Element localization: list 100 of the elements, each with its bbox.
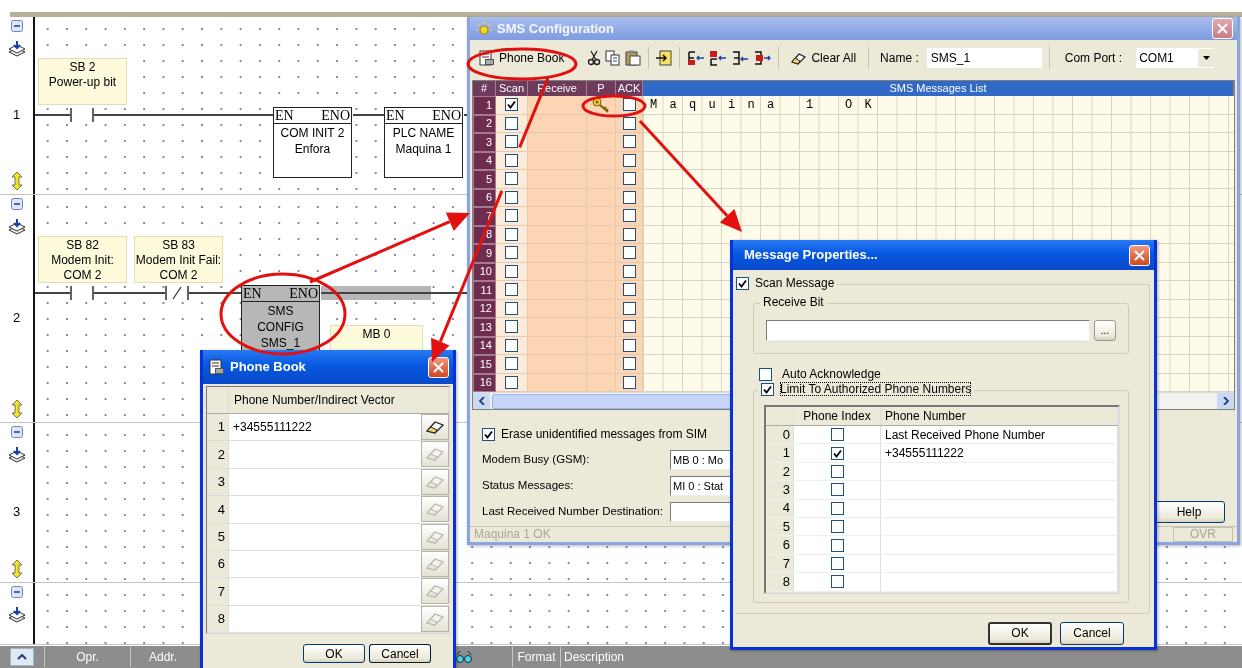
stack-icon[interactable] <box>7 447 26 463</box>
collapse-icon[interactable] <box>10 20 23 32</box>
browse-button[interactable]: ... <box>1094 320 1116 341</box>
message-cell[interactable]: Maquina 1 OK <box>643 96 1234 115</box>
cut-icon[interactable] <box>587 50 602 66</box>
import-icon[interactable] <box>656 50 673 66</box>
open-contact-symbol[interactable] <box>70 108 94 122</box>
scroll-up-button[interactable] <box>10 648 34 666</box>
resize-arrow-icon[interactable] <box>10 172 23 190</box>
checkbox[interactable] <box>622 172 636 186</box>
checkbox[interactable] <box>505 153 518 167</box>
table-cell[interactable]: +34555111222 <box>229 414 421 441</box>
checkbox[interactable] <box>505 135 518 149</box>
row-number[interactable]: 1 <box>473 96 496 115</box>
table-cell[interactable] <box>528 207 587 226</box>
cancel-button[interactable]: Cancel <box>369 644 431 664</box>
column-header[interactable]: Phone Index <box>794 407 881 425</box>
table-cell[interactable] <box>528 170 587 189</box>
checkbox[interactable] <box>830 520 844 534</box>
collapse-icon[interactable] <box>10 198 23 210</box>
closed-contact-symbol[interactable] <box>165 286 189 300</box>
stack-icon[interactable] <box>7 607 26 623</box>
row-edit-icon[interactable] <box>731 50 750 66</box>
table-cell[interactable] <box>528 133 587 152</box>
checkbox[interactable] <box>759 367 772 381</box>
ok-button[interactable]: OK <box>303 644 365 664</box>
com-port-dropdown[interactable]: COM1 <box>1136 48 1215 68</box>
checkbox[interactable] <box>505 227 518 241</box>
checkbox[interactable] <box>830 483 844 497</box>
close-button[interactable] <box>1129 244 1150 266</box>
checkbox[interactable] <box>622 209 636 223</box>
checkbox[interactable] <box>505 338 518 352</box>
column-header[interactable]: # <box>473 81 496 96</box>
glasses-icon[interactable] <box>456 649 472 665</box>
checkbox[interactable] <box>505 172 518 186</box>
checkbox[interactable] <box>505 320 518 334</box>
column-header[interactable]: SMS Messages List <box>643 81 1234 96</box>
checkbox[interactable] <box>622 246 636 260</box>
checkbox[interactable] <box>622 338 636 352</box>
checkbox[interactable] <box>505 246 518 260</box>
checkbox[interactable] <box>622 227 636 241</box>
checkbox[interactable] <box>830 538 844 552</box>
row-number[interactable]: 15 <box>473 355 496 374</box>
checkbox[interactable] <box>622 264 636 278</box>
row-number[interactable]: 5 <box>473 170 496 189</box>
function-block[interactable]: EN ENO PLC NAME Maquina 1 <box>384 107 463 178</box>
input-field[interactable] <box>766 320 1090 341</box>
checkbox[interactable] <box>505 375 518 389</box>
checkbox[interactable] <box>761 382 774 396</box>
table-cell[interactable] <box>528 355 587 374</box>
erase-button[interactable] <box>421 414 449 440</box>
name-field[interactable]: SMS_1 <box>926 48 1042 68</box>
cancel-button[interactable]: Cancel <box>1060 621 1124 645</box>
checkbox[interactable] <box>622 375 636 389</box>
checkbox[interactable] <box>830 575 844 589</box>
column-header[interactable]: Phone Number <box>881 407 1118 425</box>
checkbox[interactable] <box>830 428 844 442</box>
message-cell[interactable] <box>643 170 1234 189</box>
checkbox[interactable] <box>622 301 636 315</box>
close-button[interactable] <box>428 356 449 378</box>
row-edit-icon[interactable] <box>709 50 728 66</box>
row-edit-icon[interactable] <box>753 50 772 66</box>
row-edit-icon[interactable] <box>687 50 706 66</box>
table-cell[interactable] <box>528 281 587 300</box>
checkbox[interactable] <box>830 446 844 460</box>
checkbox[interactable] <box>736 276 749 290</box>
checkbox[interactable] <box>505 190 518 204</box>
open-contact-symbol[interactable] <box>70 286 94 300</box>
paste-icon[interactable] <box>625 50 642 66</box>
checkbox[interactable] <box>622 283 636 297</box>
checkbox[interactable] <box>622 320 636 334</box>
checkbox[interactable] <box>830 556 844 570</box>
resize-arrow-icon[interactable] <box>10 560 23 578</box>
column-header[interactable]: Scan <box>496 81 528 96</box>
checkbox[interactable] <box>505 283 518 297</box>
ok-button[interactable]: OK <box>988 621 1052 645</box>
checkbox[interactable] <box>505 98 518 112</box>
column-header[interactable]: ACK <box>616 81 643 96</box>
checkbox[interactable] <box>505 301 518 315</box>
checkbox[interactable] <box>505 264 518 278</box>
checkbox[interactable] <box>622 135 636 149</box>
checkbox[interactable] <box>830 464 844 478</box>
row-number[interactable]: 11 <box>473 281 496 300</box>
checkbox[interactable] <box>622 98 636 112</box>
phone-book-button[interactable]: Phone Book <box>474 48 570 68</box>
table-cell[interactable] <box>528 244 587 263</box>
checkbox[interactable] <box>622 116 636 130</box>
resize-arrow-icon[interactable] <box>10 400 23 418</box>
checkbox[interactable] <box>622 190 636 204</box>
clear-all-button[interactable]: Clear All <box>786 48 862 68</box>
collapse-icon[interactable] <box>10 426 23 438</box>
checkbox[interactable] <box>482 427 495 441</box>
function-block[interactable]: EN ENO COM INIT 2 Enfora <box>273 107 352 178</box>
copy-icon[interactable] <box>605 50 622 66</box>
checkbox[interactable] <box>505 209 518 223</box>
checkbox[interactable] <box>830 501 844 515</box>
table-cell[interactable] <box>528 318 587 337</box>
checkbox[interactable] <box>505 357 518 371</box>
row-number[interactable]: 3 <box>473 133 496 152</box>
checkbox[interactable] <box>622 357 636 371</box>
